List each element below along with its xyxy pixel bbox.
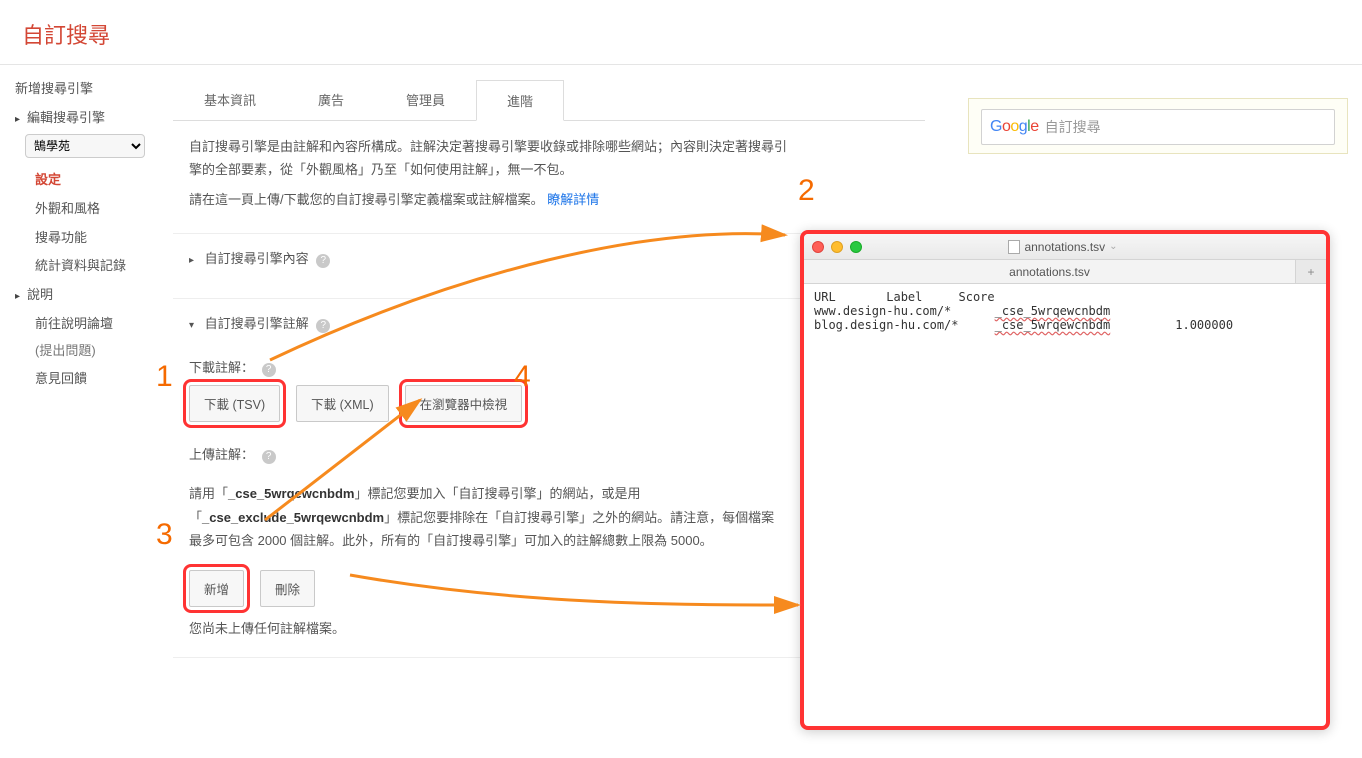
- download-tsv-button[interactable]: 下載 (TSV): [189, 385, 280, 422]
- editor-content: URL Label Score www.design-hu.com/* _cse…: [804, 284, 1326, 338]
- sidebar-item-settings[interactable]: 設定: [35, 166, 157, 195]
- sidebar-item-ask: (提出問題): [35, 339, 157, 366]
- tab-advanced[interactable]: 進階: [476, 80, 564, 121]
- dropdown-icon: ⌄: [1109, 241, 1117, 252]
- editor-tab[interactable]: annotations.tsv: [804, 260, 1296, 283]
- section-annotations-label: 自訂搜尋引擎註解: [205, 316, 309, 331]
- annotation-number-2: 2: [798, 174, 815, 208]
- chevron-right-icon: ▸: [189, 255, 201, 266]
- sidebar-item-search-features[interactable]: 搜尋功能: [35, 224, 157, 253]
- help-icon[interactable]: ?: [316, 254, 330, 268]
- upload-desc: 請用「_cse_5wrqewcnbdm」標記您要加入「自訂搜尋引擎」的網站，或是…: [173, 472, 793, 562]
- tabs: 基本資訊 廣告 管理員 進階: [173, 79, 925, 120]
- engine-select[interactable]: 鵠學苑: [25, 134, 145, 158]
- sidebar-item-look-feel[interactable]: 外觀和風格: [35, 195, 157, 224]
- document-icon: [1008, 240, 1020, 254]
- search-preview: Google 自訂搜尋: [968, 98, 1348, 154]
- tab-ads[interactable]: 廣告: [287, 79, 375, 120]
- sidebar-item-help[interactable]: 說明: [15, 281, 157, 310]
- sidebar-label: 說明: [27, 287, 53, 302]
- help-icon[interactable]: ?: [262, 450, 276, 464]
- window-title: annotations.tsv: [1024, 240, 1105, 254]
- sidebar-label: 編輯搜尋引擎: [27, 110, 105, 125]
- tab-admin[interactable]: 管理員: [375, 79, 476, 120]
- annotation-number-1: 1: [156, 360, 173, 394]
- search-box[interactable]: Google 自訂搜尋: [981, 109, 1335, 145]
- sidebar: 新增搜尋引擎 編輯搜尋引擎 鵠學苑 設定 外觀和風格 搜尋功能 統計資料與記錄 …: [0, 65, 165, 658]
- learn-more-link[interactable]: 瞭解詳情: [547, 192, 599, 207]
- minimize-window-icon[interactable]: [831, 241, 843, 253]
- add-button[interactable]: 新增: [189, 570, 244, 607]
- close-window-icon[interactable]: [812, 241, 824, 253]
- tab-basic[interactable]: 基本資訊: [173, 79, 287, 120]
- search-placeholder: 自訂搜尋: [1045, 117, 1101, 137]
- intro-text-2: 請在這一頁上傳/下載您的自訂搜尋引擎定義檔案或註解檔案。 瞭解詳情: [173, 188, 793, 217]
- mac-tabbar: annotations.tsv +: [804, 260, 1326, 284]
- view-in-browser-button[interactable]: 在瀏覽器中檢視: [405, 385, 523, 422]
- mac-titlebar: annotations.tsv ⌄: [804, 234, 1326, 260]
- new-tab-button[interactable]: +: [1296, 265, 1326, 279]
- sidebar-item-feedback[interactable]: 意見回饋: [35, 365, 157, 394]
- page-title: 自訂搜尋: [0, 0, 1362, 64]
- intro-text-1: 自訂搜尋引擎是由註解和內容所構成。註解決定著搜尋引擎要收錄或排除哪些網站；內容則…: [173, 121, 793, 188]
- sidebar-item-edit-engine[interactable]: 編輯搜尋引擎: [15, 104, 157, 133]
- sidebar-item-stats[interactable]: 統計資料與記錄: [35, 252, 157, 281]
- sidebar-item-help-forum[interactable]: 前往說明論壇: [35, 310, 157, 339]
- section-content-label: 自訂搜尋引擎內容: [205, 251, 309, 266]
- help-icon[interactable]: ?: [262, 363, 276, 377]
- delete-button[interactable]: 刪除: [260, 570, 315, 607]
- annotation-number-3: 3: [156, 518, 173, 552]
- google-logo-icon: Google: [990, 118, 1039, 136]
- sidebar-item-new-engine[interactable]: 新增搜尋引擎: [15, 75, 157, 104]
- help-icon[interactable]: ?: [316, 319, 330, 333]
- download-xml-button[interactable]: 下載 (XML): [296, 385, 389, 422]
- mac-editor-window: annotations.tsv ⌄ annotations.tsv + URL …: [800, 230, 1330, 730]
- no-files-text: 您尚未上傳任何註解檔案。: [173, 607, 793, 650]
- chevron-down-icon: ▾: [189, 320, 201, 331]
- maximize-window-icon[interactable]: [850, 241, 862, 253]
- annotation-number-4: 4: [514, 360, 531, 394]
